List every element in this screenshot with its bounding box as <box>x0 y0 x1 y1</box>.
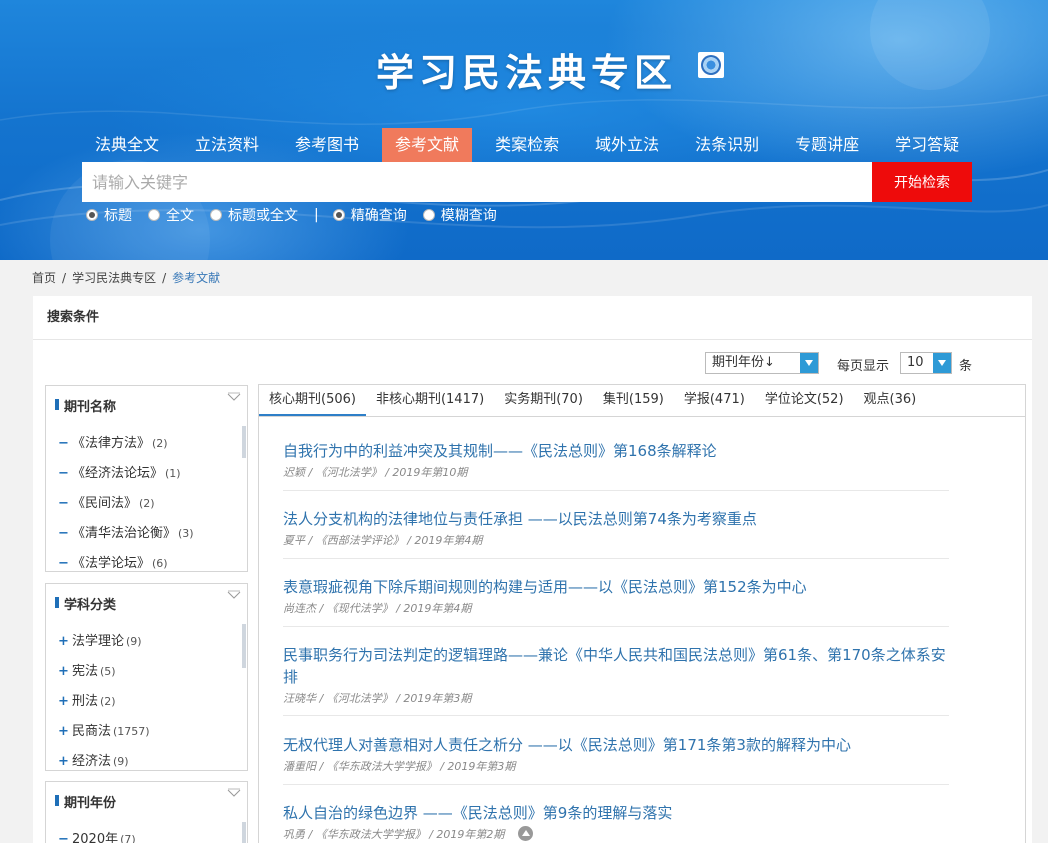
radio-checked-icon[interactable] <box>86 209 98 221</box>
facet-journal-name: 期刊名称 − 《法律方法》 (2) − 《经济法论坛》 (1) − 《民间法》 (2) − 《… <box>45 385 248 572</box>
tab-university-journals[interactable]: 学报(471) <box>674 385 755 416</box>
tab-collections[interactable]: 集刊(159) <box>593 385 674 416</box>
facet-item[interactable]: − 《清华法治论衡》 (3) <box>58 522 194 541</box>
article-title-link[interactable]: 私人自治的绿色边界 ——《民法总则》第9条的理解与落实 <box>283 802 949 824</box>
facet-year: 期刊年份 −2020年 (7) <box>45 781 248 843</box>
nav-cankao-tushu[interactable]: 参考图书 <box>282 128 372 162</box>
list-item: 自我行为中的利益冲突及其规制——《民法总则》第168条解释论 迟颖 / 《河北法… <box>283 440 949 491</box>
scope-option-fulltext[interactable]: 全文 <box>148 205 194 225</box>
chevron-down-icon[interactable] <box>933 353 951 373</box>
facet-item[interactable]: + 经济法 (9) <box>58 750 129 769</box>
nav-xuexi-dayi[interactable]: 学习答疑 <box>882 128 972 162</box>
collapse-icon[interactable] <box>227 590 241 600</box>
nav-yuwai-lifa[interactable]: 域外立法 <box>582 128 672 162</box>
scrollbar[interactable] <box>242 822 246 843</box>
list-item: 法人分支机构的法律地位与责任承担 ——以民法总则第74条为考察重点 夏平 / 《… <box>283 508 949 559</box>
facet-item[interactable]: − 《法律方法》 (2) <box>58 432 168 451</box>
match-option-exact[interactable]: 精确查询 <box>332 205 407 225</box>
radio-icon[interactable] <box>210 209 222 221</box>
sort-select[interactable]: 期刊年份↓ <box>705 352 819 374</box>
nav-fatiao-shibie[interactable]: 法条识别 <box>682 128 772 162</box>
article-title-link[interactable]: 表意瑕疵视角下除斥期间规则的构建与适用——以《民法总则》第152条为中心 <box>283 576 949 598</box>
tab-practice-journals[interactable]: 实务期刊(70) <box>494 385 593 416</box>
scope-option-title[interactable]: 标题 <box>86 205 132 225</box>
tab-viewpoints[interactable]: 观点(36) <box>854 385 927 416</box>
facet-item[interactable]: + 法学理论 (9) <box>58 630 142 649</box>
article-meta: 夏平 / 《西部法学评论》 / 2019年第4期 <box>283 534 483 547</box>
tab-non-core-journals[interactable]: 非核心期刊(1417) <box>366 385 494 416</box>
per-page-select[interactable]: 10 <box>900 352 952 374</box>
list-item: 表意瑕疵视角下除斥期间规则的构建与适用——以《民法总则》第152条为中心 尚连杰… <box>283 576 949 627</box>
list-item: 无权代理人对善意相对人责任之析分 ——以《民法总则》第171条第3款的解释为中心… <box>283 734 949 785</box>
article-title-link[interactable]: 法人分支机构的法律地位与责任承担 ——以民法总则第74条为考察重点 <box>283 508 949 530</box>
facet-item[interactable]: − 《民间法》 (2) <box>58 492 155 511</box>
search-input[interactable] <box>82 162 872 202</box>
article-meta: 潘重阳 / 《华东政法大学学报》 / 2019年第3期 <box>283 760 516 773</box>
scope-option-title-or-fulltext[interactable]: 标题或全文 <box>210 205 298 225</box>
list-item: 民事职务行为司法判定的逻辑理路——兼论《中华人民共和国民法总则》第61条、第17… <box>283 644 949 716</box>
breadcrumb-current[interactable]: 参考文献 <box>172 271 220 285</box>
facet-item[interactable]: + 刑法 (2) <box>58 690 116 709</box>
search-panel: 搜索条件 期刊年份↓ 每页显示 10 条 期刊名称 − 《法律方法》 (2) − 《经… <box>33 296 1032 843</box>
collapse-icon[interactable] <box>227 788 241 798</box>
per-page-unit: 条 <box>959 359 973 374</box>
facet-item[interactable]: + 宪法 (5) <box>58 660 116 679</box>
nav-cankao-wenxian[interactable]: 参考文献 <box>382 128 473 162</box>
per-page-label: 每页显示 <box>837 359 890 374</box>
site-title: 学习民法典专区 <box>376 51 678 95</box>
option-separator: | <box>314 207 319 223</box>
breadcrumb-zone[interactable]: 学习民法典专区 <box>72 271 156 285</box>
facet-item[interactable]: + 民商法 (1757) <box>58 720 150 739</box>
header-banner: 学习民法典专区 法典全文 立法资料 参考图书 参考文献 类案检索 域外立法 法条… <box>0 0 1048 260</box>
facet-subject: 学科分类 + 法学理论 (9) + 宪法 (5) + 刑法 (2) + 民商法 (1757) +… <box>45 583 248 771</box>
nav-zhuanti-jiangzuo[interactable]: 专题讲座 <box>782 128 872 162</box>
article-meta: 汪晓华 / 《河北法学》 / 2019年第3期 <box>283 692 472 705</box>
breadcrumb: 首页 / 学习民法典专区 / 参考文献 <box>32 271 221 285</box>
radio-icon[interactable] <box>148 209 160 221</box>
tab-theses[interactable]: 学位论文(52) <box>755 385 854 416</box>
radio-icon[interactable] <box>422 209 435 221</box>
breadcrumb-home[interactable]: 首页 <box>32 271 56 285</box>
search-button[interactable]: 开始检索 <box>872 162 972 202</box>
section-marker-icon <box>55 795 59 806</box>
section-marker-icon <box>55 399 59 410</box>
results-box: 核心期刊(506) 非核心期刊(1417) 实务期刊(70) 集刊(159) 学… <box>258 384 1026 843</box>
main-nav: 法典全文 立法资料 参考图书 参考文献 类案检索 域外立法 法条识别 专题讲座 … <box>82 128 982 162</box>
section-marker-icon <box>55 597 59 608</box>
scrollbar[interactable] <box>242 426 246 458</box>
emblem-icon <box>698 52 724 78</box>
facet-item[interactable]: − 《经济法论坛》 (1) <box>58 462 181 481</box>
tab-core-journals[interactable]: 核心期刊(506) <box>259 385 366 416</box>
article-meta: 尚连杰 / 《现代法学》 / 2019年第4期 <box>283 602 472 615</box>
result-tabs: 核心期刊(506) 非核心期刊(1417) 实务期刊(70) 集刊(159) 学… <box>259 385 1025 417</box>
back-to-top-icon[interactable] <box>518 826 533 841</box>
match-option-fuzzy[interactable]: 模糊查询 <box>422 205 497 225</box>
article-meta: 迟颖 / 《河北法学》 / 2019年第10期 <box>283 466 468 479</box>
radio-checked-icon[interactable] <box>332 209 345 221</box>
chevron-down-icon[interactable] <box>800 353 818 373</box>
nav-fadian-quanwen[interactable]: 法典全文 <box>82 128 172 162</box>
article-meta: 巩勇 / 《华东政法大学学报》 / 2019年第2期 <box>283 828 505 841</box>
collapse-icon[interactable] <box>227 392 241 402</box>
scrollbar[interactable] <box>242 624 246 668</box>
list-item: 私人自治的绿色边界 ——《民法总则》第9条的理解与落实 巩勇 / 《华东政法大学… <box>283 802 949 843</box>
article-title-link[interactable]: 民事职务行为司法判定的逻辑理路——兼论《中华人民共和国民法总则》第61条、第17… <box>283 644 949 688</box>
article-title-link[interactable]: 无权代理人对善意相对人责任之析分 ——以《民法总则》第171条第3款的解释为中心 <box>283 734 949 756</box>
facet-item[interactable]: − 《法学论坛》 (6) <box>58 552 168 571</box>
nav-leian-jiansuo[interactable]: 类案检索 <box>482 128 572 162</box>
nav-lifa-ziliao[interactable]: 立法资料 <box>182 128 272 162</box>
article-title-link[interactable]: 自我行为中的利益冲突及其规制——《民法总则》第168条解释论 <box>283 440 949 462</box>
facet-item[interactable]: −2020年 (7) <box>58 828 136 843</box>
panel-title: 搜索条件 <box>33 296 1032 340</box>
search-options: 标题 全文 标题或全文 | 精确查询 模糊查询 <box>86 205 513 225</box>
